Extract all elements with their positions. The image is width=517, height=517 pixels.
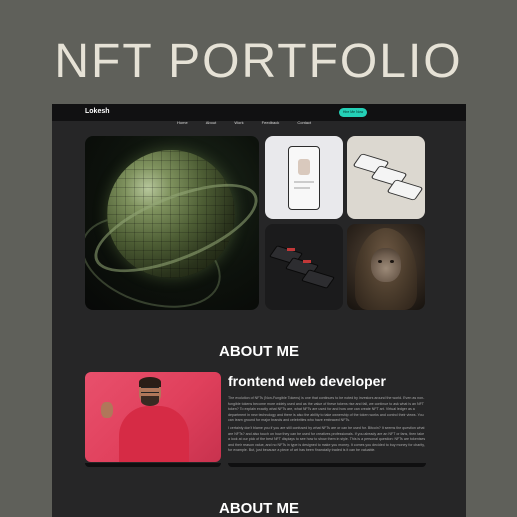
hire-me-button[interactable]: Hire Me Now bbox=[339, 108, 367, 117]
gallery-item-phone-mockup[interactable] bbox=[265, 136, 343, 219]
navbar: Lokesh Home About Work Feedback Contact … bbox=[52, 104, 466, 125]
gallery-item-devices[interactable] bbox=[347, 136, 425, 219]
about-section-title-repeat: ABOUT ME bbox=[219, 500, 299, 517]
about-paragraph-2: I certainly don't blame you if you are s… bbox=[228, 426, 426, 453]
gallery-item-dark-phones[interactable] bbox=[265, 224, 343, 310]
profile-photo bbox=[85, 372, 221, 462]
nav-link-contact[interactable]: Contact bbox=[297, 120, 311, 125]
about-heading: frontend web developer bbox=[228, 373, 386, 389]
nav-link-home[interactable]: Home bbox=[177, 120, 188, 125]
nav-links: Home About Work Feedback Contact bbox=[177, 109, 324, 128]
phone-mockup-image bbox=[288, 146, 320, 210]
gallery-item-hooded-ape[interactable] bbox=[347, 224, 425, 310]
nav-link-work[interactable]: Work bbox=[234, 120, 243, 125]
nav-link-about[interactable]: About bbox=[206, 120, 216, 125]
gallery-item-globe[interactable] bbox=[85, 136, 259, 310]
site-logo[interactable]: Lokesh bbox=[85, 108, 110, 115]
nav-link-feedback[interactable]: Feedback bbox=[262, 120, 280, 125]
promo-title: NFT PORTFOLIO bbox=[54, 35, 463, 88]
website-preview: Lokesh Home About Work Feedback Contact … bbox=[52, 104, 466, 517]
about-paragraph-1: The evolution of NFTs (Non-Fungible Toke… bbox=[228, 396, 425, 423]
ok-gesture-hand bbox=[101, 402, 113, 418]
about-section-title: ABOUT ME bbox=[219, 343, 299, 360]
ape-face bbox=[371, 248, 401, 282]
